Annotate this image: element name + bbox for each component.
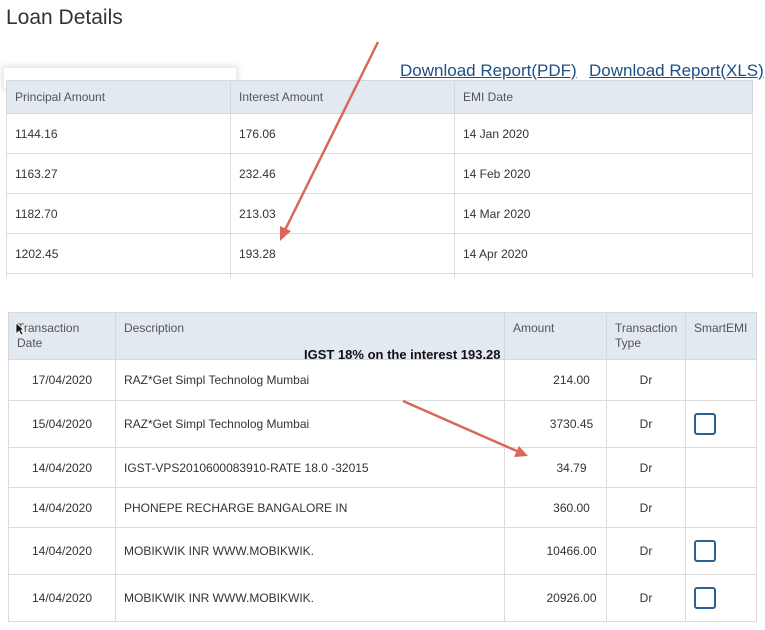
amount-cell: 3730.45	[504, 400, 607, 448]
table-row: 1163.27 232.46 14 Feb 2020	[6, 153, 753, 194]
table-row: 14/04/2020 IGST-VPS2010600083910-RATE 18…	[8, 447, 757, 488]
transaction-type-cell: Dr	[606, 574, 686, 622]
transaction-date-cell: 15/04/2020	[8, 400, 116, 448]
transaction-date-cell: 14/04/2020	[8, 447, 116, 488]
principal-cell: 1163.27	[6, 153, 231, 194]
transaction-type-cell: Dr	[606, 527, 686, 575]
principal-cell: 1182.70	[6, 193, 231, 234]
description-cell: MOBIKWIK INR WWW.MOBIKWIK.	[115, 574, 505, 622]
column-header-principal: Principal Amount	[6, 80, 231, 114]
column-header-smartemi: SmartEMI	[685, 312, 757, 360]
description-cell: MOBIKWIK INR WWW.MOBIKWIK.	[115, 527, 505, 575]
principal-cell: 1144.16	[6, 113, 231, 154]
description-cell: IGST-VPS2010600083910-RATE 18.0 -32015	[115, 447, 505, 488]
table-row: 17/04/2020 RAZ*Get Simpl Technolog Mumba…	[8, 359, 757, 401]
transaction-type-cell: Dr	[606, 400, 686, 448]
smartemi-cell	[685, 574, 757, 622]
table-row: 1144.16 176.06 14 Jan 2020	[6, 113, 753, 154]
smartemi-cell	[685, 487, 757, 528]
emi-date-cell: 14 Mar 2020	[454, 193, 753, 234]
interest-cell: 176.06	[230, 113, 455, 154]
amount-cell: 34.79	[504, 447, 607, 488]
amount-cell: 20926.00	[504, 574, 607, 622]
emi-date-cell: 14 Jan 2020	[454, 113, 753, 154]
smartemi-cell	[685, 447, 757, 488]
download-xls-link[interactable]: Download Report(XLS)	[589, 61, 764, 81]
table-row: 14/04/2020 MOBIKWIK INR WWW.MOBIKWIK. 20…	[8, 574, 757, 622]
transaction-date-cell: 14/04/2020	[8, 574, 116, 622]
column-header-transaction-date: Transaction Date	[8, 312, 116, 360]
page-title: Loan Details	[6, 6, 123, 29]
smartemi-checkbox[interactable]	[694, 587, 716, 609]
column-header-interest: Interest Amount	[230, 80, 455, 114]
transaction-date-cell: 14/04/2020	[8, 527, 116, 575]
interest-cell: 213.03	[230, 193, 455, 234]
download-pdf-link[interactable]: Download Report(PDF)	[400, 61, 577, 81]
empty-cell	[6, 273, 231, 278]
empty-cell	[230, 273, 455, 278]
column-header-transaction-type: Transaction Type	[606, 312, 686, 360]
table-row: 1202.45 193.28 14 Apr 2020	[6, 233, 753, 274]
table-row-partial	[6, 273, 753, 278]
column-header-amount: Amount	[504, 312, 607, 360]
smartemi-cell	[685, 527, 757, 575]
table-row: 1182.70 213.03 14 Mar 2020	[6, 193, 753, 234]
interest-cell: 193.28	[230, 233, 455, 274]
principal-cell: 1202.45	[6, 233, 231, 274]
transaction-date-cell: 17/04/2020	[8, 359, 116, 401]
transaction-type-cell: Dr	[606, 447, 686, 488]
loan-emi-table: Principal Amount Interest Amount EMI Dat…	[6, 80, 753, 278]
smartemi-checkbox[interactable]	[694, 540, 716, 562]
smartemi-checkbox[interactable]	[694, 413, 716, 435]
table-row: 15/04/2020 RAZ*Get Simpl Technolog Mumba…	[8, 400, 757, 448]
transaction-date-cell: 14/04/2020	[8, 487, 116, 528]
description-cell: RAZ*Get Simpl Technolog Mumbai	[115, 400, 505, 448]
amount-cell: 214.00	[504, 359, 607, 401]
annotation-label: IGST 18% on the interest 193.28	[304, 347, 501, 362]
emi-date-cell: 14 Apr 2020	[454, 233, 753, 274]
loan-table-header-row: Principal Amount Interest Amount EMI Dat…	[6, 80, 753, 114]
table-row: 14/04/2020 PHONEPE RECHARGE BANGALORE IN…	[8, 487, 757, 528]
column-header-emi-date: EMI Date	[454, 80, 753, 114]
description-cell: RAZ*Get Simpl Technolog Mumbai	[115, 359, 505, 401]
emi-date-cell: 14 Feb 2020	[454, 153, 753, 194]
table-row: 14/04/2020 MOBIKWIK INR WWW.MOBIKWIK. 10…	[8, 527, 757, 575]
amount-cell: 10466.00	[504, 527, 607, 575]
mouse-cursor-icon	[15, 322, 25, 336]
smartemi-cell	[685, 400, 757, 448]
description-cell: PHONEPE RECHARGE BANGALORE IN	[115, 487, 505, 528]
interest-cell: 232.46	[230, 153, 455, 194]
empty-cell	[454, 273, 753, 278]
transaction-type-cell: Dr	[606, 487, 686, 528]
transaction-type-cell: Dr	[606, 359, 686, 401]
smartemi-cell	[685, 359, 757, 401]
amount-cell: 360.00	[504, 487, 607, 528]
